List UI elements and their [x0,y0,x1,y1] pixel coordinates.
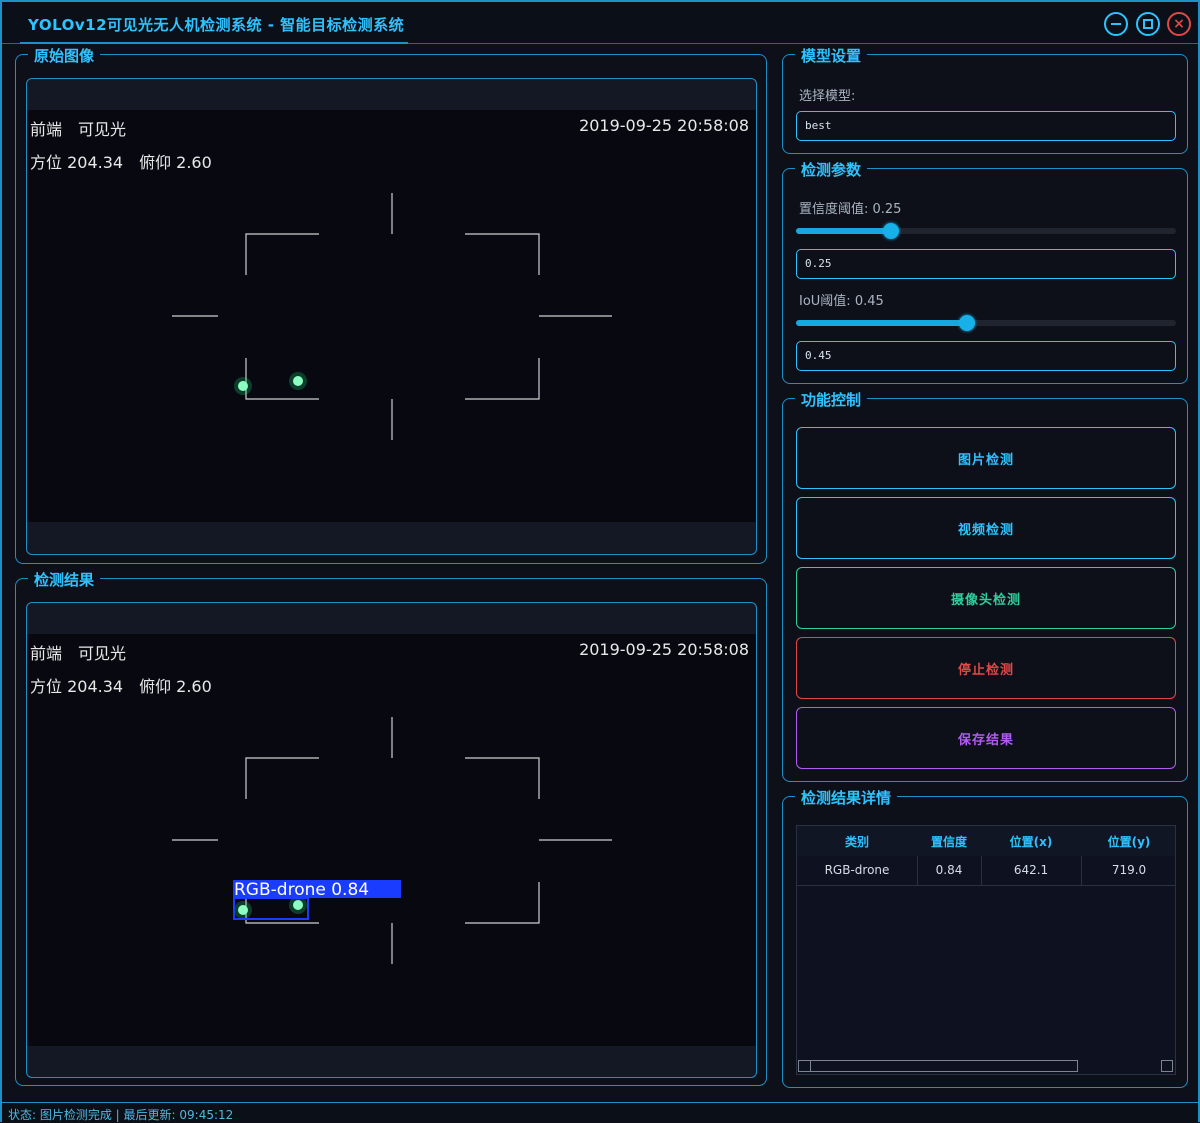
iou-slider-handle[interactable] [959,315,975,331]
select-model-label: 选择模型: [799,89,856,104]
title-bar[interactable]: YOLOv12可见光无人机检测系统 - 智能目标检测系统 × [2,2,1198,44]
reticle-overlay: RGB-drone 0.84 [172,717,612,964]
results-detail-title: 检测结果详情 [795,787,898,808]
confidence-input[interactable]: 0.25 [796,249,1176,279]
status-bar: 状态: 图片检测完成 | 最后更新: 09:45:12 [2,1102,1198,1122]
status-text: 状态: 图片检测完成 | 最后更新: 09:45:12 [8,1108,234,1122]
video-detect-button[interactable]: 视频检测 [796,497,1176,559]
row-divider [797,885,1175,886]
minimize-icon [1111,23,1121,25]
iou-input[interactable]: 0.45 [796,341,1176,371]
model-settings-title: 模型设置 [795,45,868,66]
window-title: YOLOv12可见光无人机检测系统 - 智能目标检测系统 [28,16,405,34]
scroll-left-button[interactable] [799,1061,811,1071]
confidence-label: 置信度阈值: 0.25 [799,202,902,217]
iou-label: IoU阈值: 0.45 [799,294,884,309]
model-settings-panel: 模型设置 选择模型: best [782,45,1188,154]
maximize-icon [1143,19,1153,29]
column-divider [1081,856,1082,885]
iou-slider[interactable] [796,315,1176,331]
result-image-frame: 前端 可见光 2019-09-25 20:58:08 方位 204.34 俯仰 2.… [26,602,757,1078]
maximize-button[interactable] [1136,12,1160,36]
result-image: 前端 可见光 2019-09-25 20:58:08 方位 204.34 俯仰 2.… [27,634,756,1046]
table-cell-class[interactable]: RGB-drone [797,863,917,877]
results-detail-panel: 检测结果详情 类别 置信度 位置(x) 位置(y) RGB-drone 0.84… [782,787,1188,1088]
stop-detect-button[interactable]: 停止检测 [796,637,1176,699]
app-window: YOLOv12可见光无人机检测系统 - 智能目标检测系统 × 原始图像 前端 可见… [0,0,1200,1122]
table-cell-x[interactable]: 642.1 [981,863,1081,877]
column-divider [981,856,982,885]
result-image-panel: 检测结果 前端 可见光 2019-09-25 20:58:08 方位 204.34… [15,569,767,1086]
model-select[interactable]: best [796,111,1176,141]
close-button[interactable]: × [1167,12,1191,36]
column-header-confidence[interactable]: 置信度 [917,833,981,850]
detection-params-panel: 检测参数 置信度阈值: 0.25 0.25 IoU阈值: 0.45 0.45 [782,159,1188,384]
table-cell-confidence[interactable]: 0.84 [917,863,981,877]
scroll-right-button[interactable] [1161,1060,1173,1072]
reticle-overlay [172,193,612,440]
detection-label: RGB-drone 0.84 [234,880,369,900]
table-header: 类别 置信度 位置(x) 位置(y) [797,826,1175,856]
column-divider [917,856,918,885]
column-header-class[interactable]: 类别 [797,833,917,850]
save-results-button[interactable]: 保存结果 [796,707,1176,769]
drone-lights [234,372,307,395]
table-cell-y[interactable]: 719.0 [1081,863,1175,877]
confidence-slider[interactable] [796,223,1176,239]
original-image: 前端 可见光 2019-09-25 20:58:08 方位 204.34 俯仰 2.… [27,110,756,522]
original-image-frame: 前端 可见光 2019-09-25 20:58:08 方位 204.34 俯仰 2.… [26,78,757,555]
result-image-title: 检测结果 [28,569,101,590]
title-underline [20,42,408,44]
close-icon: × [1173,16,1185,32]
original-image-panel: 原始图像 前端 可见光 2019-09-25 20:58:08 方位 204.34… [15,45,767,564]
confidence-slider-fill [796,228,891,234]
image-detect-button[interactable]: 图片检测 [796,427,1176,489]
camera-detect-button[interactable]: 摄像头检测 [796,567,1176,629]
function-control-panel: 功能控制 图片检测 视频检测 摄像头检测 停止检测 保存结果 [782,389,1188,782]
column-header-x[interactable]: 位置(x) [981,833,1081,850]
column-header-y[interactable]: 位置(y) [1081,833,1175,850]
function-control-title: 功能控制 [795,389,868,410]
horizontal-scrollbar[interactable] [798,1060,1078,1072]
original-image-title: 原始图像 [28,45,101,66]
confidence-slider-handle[interactable] [883,223,899,239]
iou-slider-fill [796,320,967,326]
results-table: 类别 置信度 位置(x) 位置(y) RGB-drone 0.84 642.1 … [796,825,1176,1075]
detection-params-title: 检测参数 [795,159,868,180]
minimize-button[interactable] [1104,12,1128,36]
